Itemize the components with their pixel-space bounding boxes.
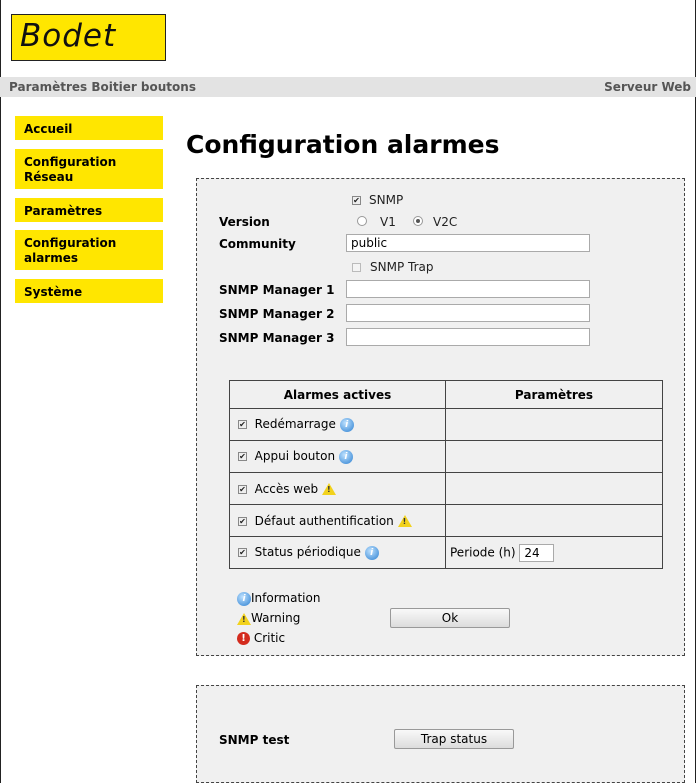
alarm-params-cell (445, 440, 663, 473)
sidebar-item-label: Paramètres (24, 204, 103, 218)
alarm-label: Redémarrage (254, 417, 336, 432)
snmp-checkbox[interactable]: ✔ (352, 196, 361, 205)
sidebar-item-label: Système (24, 285, 83, 299)
sidebar-item-systeme[interactable]: Système (15, 279, 163, 303)
sidebar-item-label: Configuration Réseau (24, 155, 117, 184)
alarm-params-cell (445, 408, 663, 441)
alarms-active-header: Alarmes actives (229, 380, 446, 409)
alarm-checkbox-appui-bouton[interactable]: ✔ (238, 452, 247, 462)
alarm-checkbox-defaut-authentification[interactable]: ✔ (238, 516, 247, 526)
warning-icon (397, 515, 412, 527)
snmp-manager-2-label: SNMP Manager 2 (219, 307, 335, 321)
alarm-label: Appui bouton (254, 449, 336, 464)
snmp-manager-1-input[interactable] (346, 280, 590, 298)
warning-icon (237, 612, 251, 625)
alarm-params-cell: Periode (h) (445, 536, 663, 569)
table-row: ✔ Redémarrage i (229, 408, 663, 441)
top-bar: Paramètres Boitier boutons Serveur Web (0, 77, 696, 97)
bodet-logo: Bodet (11, 14, 166, 61)
page-title: Configuration alarmes (186, 130, 500, 159)
alarm-label: Accès web (254, 481, 319, 496)
info-icon: i (338, 449, 353, 464)
community-label: Community (219, 237, 296, 251)
info-icon: i (339, 417, 354, 432)
alarms-params-header: Paramètres (445, 380, 663, 409)
version-v1-label: V1 (380, 215, 396, 229)
alarms-table: Alarmes actives Paramètres ✔ Redémarrage… (229, 380, 663, 569)
snmp-manager-2-input[interactable] (346, 304, 590, 322)
snmp-trap-checkbox[interactable] (352, 263, 361, 272)
web-server-label: Serveur Web (604, 80, 691, 94)
version-label: Version (219, 215, 270, 229)
version-v2c-radio[interactable] (413, 216, 423, 226)
snmp-label: SNMP (369, 193, 404, 207)
sidebar-item-parametres[interactable]: Paramètres (15, 198, 163, 222)
ok-button[interactable]: Ok (390, 608, 510, 628)
table-row: ✔ Appui bouton i (229, 440, 663, 473)
sidebar-item-configuration-alarmes[interactable]: Configuration alarmes (15, 230, 163, 270)
legend-information-label: Information (251, 591, 321, 605)
alarm-label: Status périodique (254, 545, 361, 560)
snmp-test-label: SNMP test (219, 733, 290, 747)
version-v1-radio[interactable] (357, 216, 367, 226)
legend-information: i Information (237, 591, 320, 606)
sidebar-item-label: Accueil (24, 122, 73, 136)
alarm-params-cell (445, 472, 663, 505)
snmp-manager-3-input[interactable] (346, 328, 590, 346)
info-icon: i (237, 591, 251, 606)
sidebar-item-accueil[interactable]: Accueil (15, 116, 163, 140)
alarm-label: Défaut authentification (254, 513, 394, 528)
alarm-checkbox-status-periodique[interactable]: ✔ (238, 548, 247, 558)
alarm-params-cell (445, 504, 663, 537)
trap-status-button[interactable]: Trap status (394, 729, 514, 749)
legend-warning: Warning (237, 611, 300, 625)
snmp-trap-label: SNMP Trap (370, 260, 434, 274)
legend-critic: ! Critic (237, 631, 285, 645)
community-input[interactable] (346, 234, 590, 252)
snmp-manager-1-label: SNMP Manager 1 (219, 283, 335, 297)
version-v2c-label: V2C (433, 215, 458, 229)
legend-critic-label: Critic (253, 631, 286, 645)
legend-warning-label: Warning (251, 611, 301, 625)
table-row: ✔ Accès web (229, 472, 663, 505)
period-input[interactable] (519, 543, 555, 562)
alarm-checkbox-acces-web[interactable]: ✔ (238, 484, 247, 494)
warning-icon (321, 483, 336, 495)
info-icon: i (364, 545, 379, 560)
sidebar-item-label: Configuration alarmes (24, 236, 117, 265)
critic-icon: ! (237, 632, 250, 645)
table-row: ✔ Défaut authentification (229, 504, 663, 537)
period-label: Periode (h) (450, 545, 516, 559)
snmp-manager-3-label: SNMP Manager 3 (219, 331, 335, 345)
device-title: Paramètres Boitier boutons (9, 80, 196, 94)
logo-text: Bodet (20, 18, 117, 54)
table-row: ✔ Status périodique i Periode (h) (229, 536, 663, 569)
alarm-checkbox-redemarrage[interactable]: ✔ (238, 420, 247, 430)
sidebar-item-configuration-reseau[interactable]: Configuration Réseau (15, 149, 163, 189)
